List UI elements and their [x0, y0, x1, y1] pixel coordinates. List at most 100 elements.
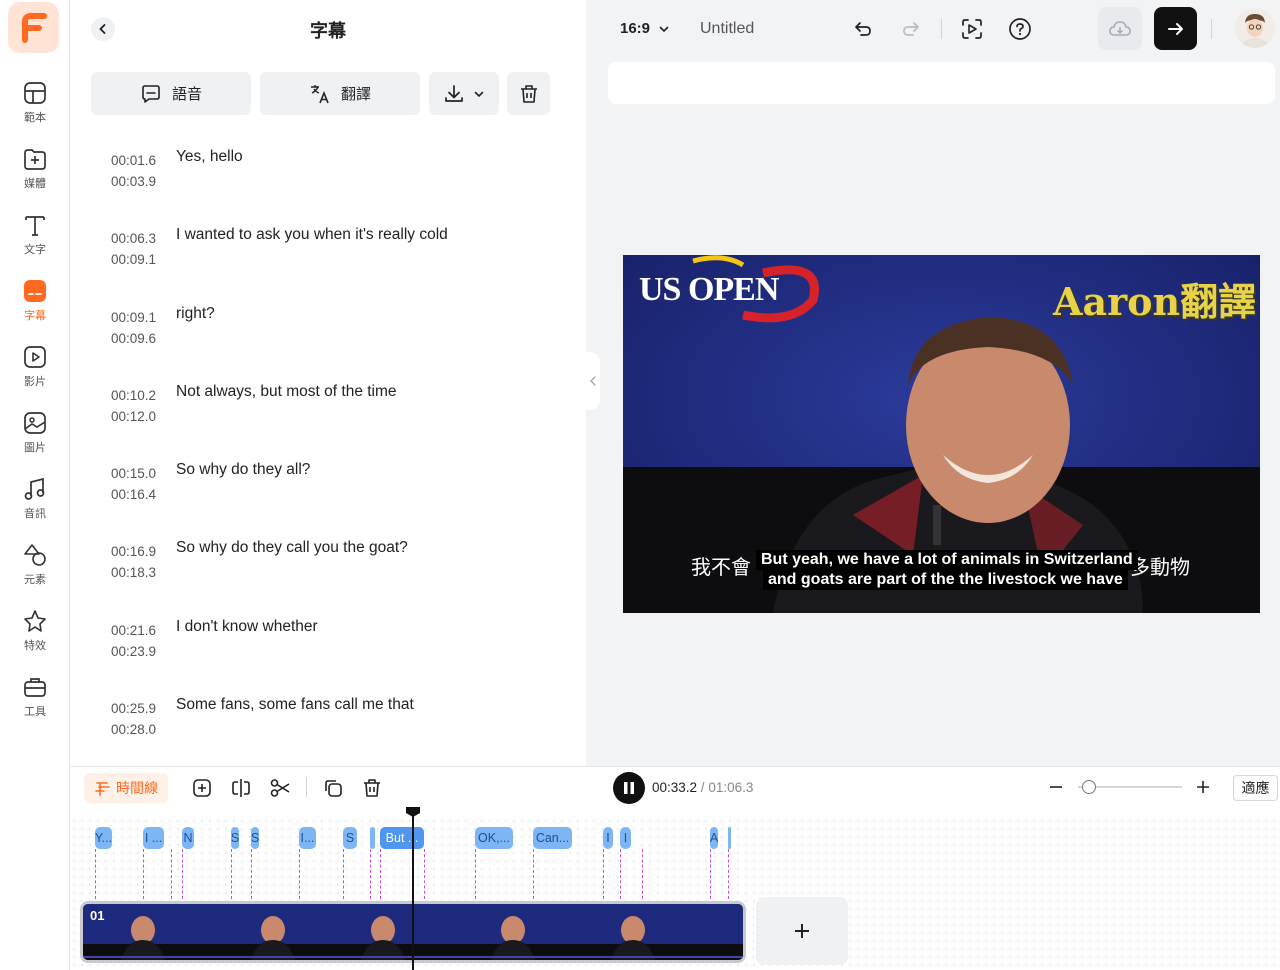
subtitle-start[interactable]: 00:16.9 — [111, 541, 156, 562]
caption-line-2[interactable]: and goats are part of the the livestock … — [763, 570, 1128, 590]
voice-button[interactable]: 語音 — [91, 72, 251, 115]
subtitle-chip[interactable]: I — [620, 827, 631, 849]
rail-item-audio[interactable]: 音訊 — [0, 476, 70, 532]
zoom-out-button[interactable] — [1044, 775, 1068, 799]
subtitle-row[interactable]: 00:01.6 00:03.9 Yes, hello — [70, 130, 586, 208]
subtitle-start[interactable]: 00:06.3 — [111, 228, 156, 249]
rail-item-templates[interactable]: 範本 — [0, 80, 70, 136]
subtitle-row[interactable]: 00:09.1 00:09.6 right? — [70, 287, 586, 365]
subtitle-end[interactable]: 00:12.0 — [111, 406, 156, 427]
export-button[interactable] — [1154, 7, 1197, 50]
zoom-slider-handle[interactable] — [1082, 780, 1097, 794]
cut-button[interactable] — [267, 775, 293, 801]
collapse-panel-button[interactable] — [586, 352, 600, 410]
subtitle-start[interactable]: 00:15.0 — [111, 463, 156, 484]
subtitle-text[interactable]: So why do they call you the goat? — [176, 539, 408, 557]
cloud-save-button[interactable] — [1098, 7, 1142, 50]
subtitle-chip[interactable]: S — [251, 827, 259, 849]
add-element-button[interactable] — [189, 775, 215, 801]
subtitle-chip[interactable]: N — [182, 827, 194, 849]
aspect-ratio-dropdown[interactable]: 16:9 — [620, 20, 670, 37]
subtitle-chip[interactable]: A — [710, 827, 718, 849]
subtitle-chip[interactable]: Can... — [533, 827, 572, 849]
duplicate-icon — [325, 780, 342, 797]
subtitle-row[interactable]: 00:16.9 00:18.3 So why do they call you t… — [70, 521, 586, 599]
timeline-tab[interactable]: 時間線 — [84, 773, 168, 803]
app-logo[interactable] — [8, 2, 59, 53]
subtitle-end[interactable]: 00:18.3 — [111, 562, 156, 583]
media-icon — [24, 149, 46, 170]
subtitle-end[interactable]: 00:23.9 — [111, 641, 156, 662]
subtitle-end[interactable]: 00:28.0 — [111, 719, 156, 740]
rail-item-images[interactable]: 圖片 — [0, 410, 70, 466]
subtitle-text[interactable]: I don't know whether — [176, 618, 318, 636]
subtitle-row[interactable]: 00:25.9 00:28.0 Some fans, some fans call… — [70, 678, 586, 756]
subtitle-text[interactable]: I wanted to ask you when it's really col… — [176, 226, 448, 244]
subtitle-chip[interactable]: I ... — [143, 827, 164, 849]
subtitle-chip[interactable]: Y... — [95, 827, 112, 849]
undo-button[interactable] — [849, 15, 877, 43]
zoom-in-button[interactable] — [1191, 775, 1215, 799]
screen-capture-button[interactable] — [958, 15, 986, 43]
video-preview[interactable]: US OPEN Aaron翻譯 我不會 多動物 But yeah, we hav… — [623, 255, 1260, 613]
canvas-header-bar[interactable] — [608, 62, 1275, 104]
pause-icon — [624, 782, 634, 794]
download-button[interactable] — [429, 72, 499, 115]
scissors-icon — [270, 779, 290, 797]
subtitle-row[interactable]: 00:15.0 00:16.4 So why do they all? — [70, 443, 586, 521]
subtitle-start[interactable]: 00:25.9 — [111, 698, 156, 719]
subtitle-row[interactable]: 00:10.2 00:12.0 Not always, but most of t… — [70, 365, 586, 443]
rail-item-effects[interactable]: 特效 — [0, 608, 70, 664]
translate-button[interactable]: 翻譯 — [260, 72, 420, 115]
duplicate-button[interactable] — [320, 775, 346, 801]
subtitle-chip[interactable] — [370, 827, 375, 849]
playhead[interactable] — [412, 807, 414, 970]
rail-item-tools[interactable]: 工具 — [0, 674, 70, 730]
pause-button[interactable] — [613, 772, 645, 804]
undo-icon — [855, 22, 871, 36]
timeline-tab-label: 時間線 — [116, 781, 158, 797]
rail-item-text[interactable]: 文字 — [0, 212, 70, 268]
subtitle-start[interactable]: 00:09.1 — [111, 307, 156, 328]
subtitle-start[interactable]: 00:21.6 — [111, 620, 156, 641]
subtitle-text[interactable]: right? — [176, 305, 215, 323]
subtitle-chip[interactable]: S — [231, 827, 239, 849]
chip-guide — [182, 849, 183, 899]
download-icon — [445, 84, 463, 102]
subtitle-start[interactable]: 00:01.6 — [111, 150, 156, 171]
subtitle-chip[interactable]: I — [603, 827, 613, 849]
subtitle-end[interactable]: 00:09.6 — [111, 328, 156, 349]
subtitle-chip[interactable] — [728, 827, 731, 849]
subtitle-row[interactable]: 00:21.6 00:23.9 I don't know whether — [70, 600, 586, 678]
subtitle-text[interactable]: Not always, but most of the time — [176, 383, 397, 401]
subtitle-end[interactable]: 00:16.4 — [111, 484, 156, 505]
split-button[interactable] — [228, 775, 254, 801]
playhead-handle[interactable] — [406, 807, 420, 817]
rail-item-media[interactable]: 媒體 — [0, 146, 70, 202]
subtitle-end[interactable]: 00:03.9 — [111, 171, 156, 192]
subtitle-end[interactable]: 00:09.1 — [111, 249, 156, 270]
help-button[interactable] — [1006, 15, 1034, 43]
subtitle-text[interactable]: So why do they all? — [176, 461, 310, 479]
rail-item-subtitles[interactable]: 字幕 — [0, 278, 70, 334]
project-title[interactable]: Untitled — [700, 20, 754, 38]
subtitle-text[interactable]: Some fans, some fans call me that — [176, 696, 414, 714]
subtitle-chip[interactable]: I... — [299, 827, 316, 849]
arrow-right-icon — [1167, 22, 1183, 35]
subtitle-chip[interactable]: S — [343, 827, 357, 849]
translate-label: 翻譯 — [340, 85, 371, 103]
redo-button[interactable] — [897, 15, 925, 43]
rail-item-video[interactable]: 影片 — [0, 344, 70, 400]
delete-subtitles-button[interactable] — [507, 72, 550, 115]
subtitle-row[interactable]: 00:06.3 00:09.1 I wanted to ask you when … — [70, 208, 586, 286]
subtitle-chip[interactable]: OK,... — [475, 827, 513, 849]
subtitle-chip[interactable]: But ... — [380, 827, 424, 849]
add-clip-button[interactable] — [756, 897, 848, 965]
rail-item-elements[interactable]: 元素 — [0, 542, 70, 598]
fit-button[interactable]: 適應 — [1233, 775, 1278, 801]
user-avatar[interactable] — [1235, 8, 1275, 48]
subtitle-start[interactable]: 00:10.2 — [111, 385, 156, 406]
delete-button[interactable] — [359, 775, 385, 801]
subtitle-text[interactable]: Yes, hello — [176, 148, 243, 166]
caption-line-1[interactable]: But yeah, we have a lot of animals in Sw… — [756, 550, 1138, 570]
